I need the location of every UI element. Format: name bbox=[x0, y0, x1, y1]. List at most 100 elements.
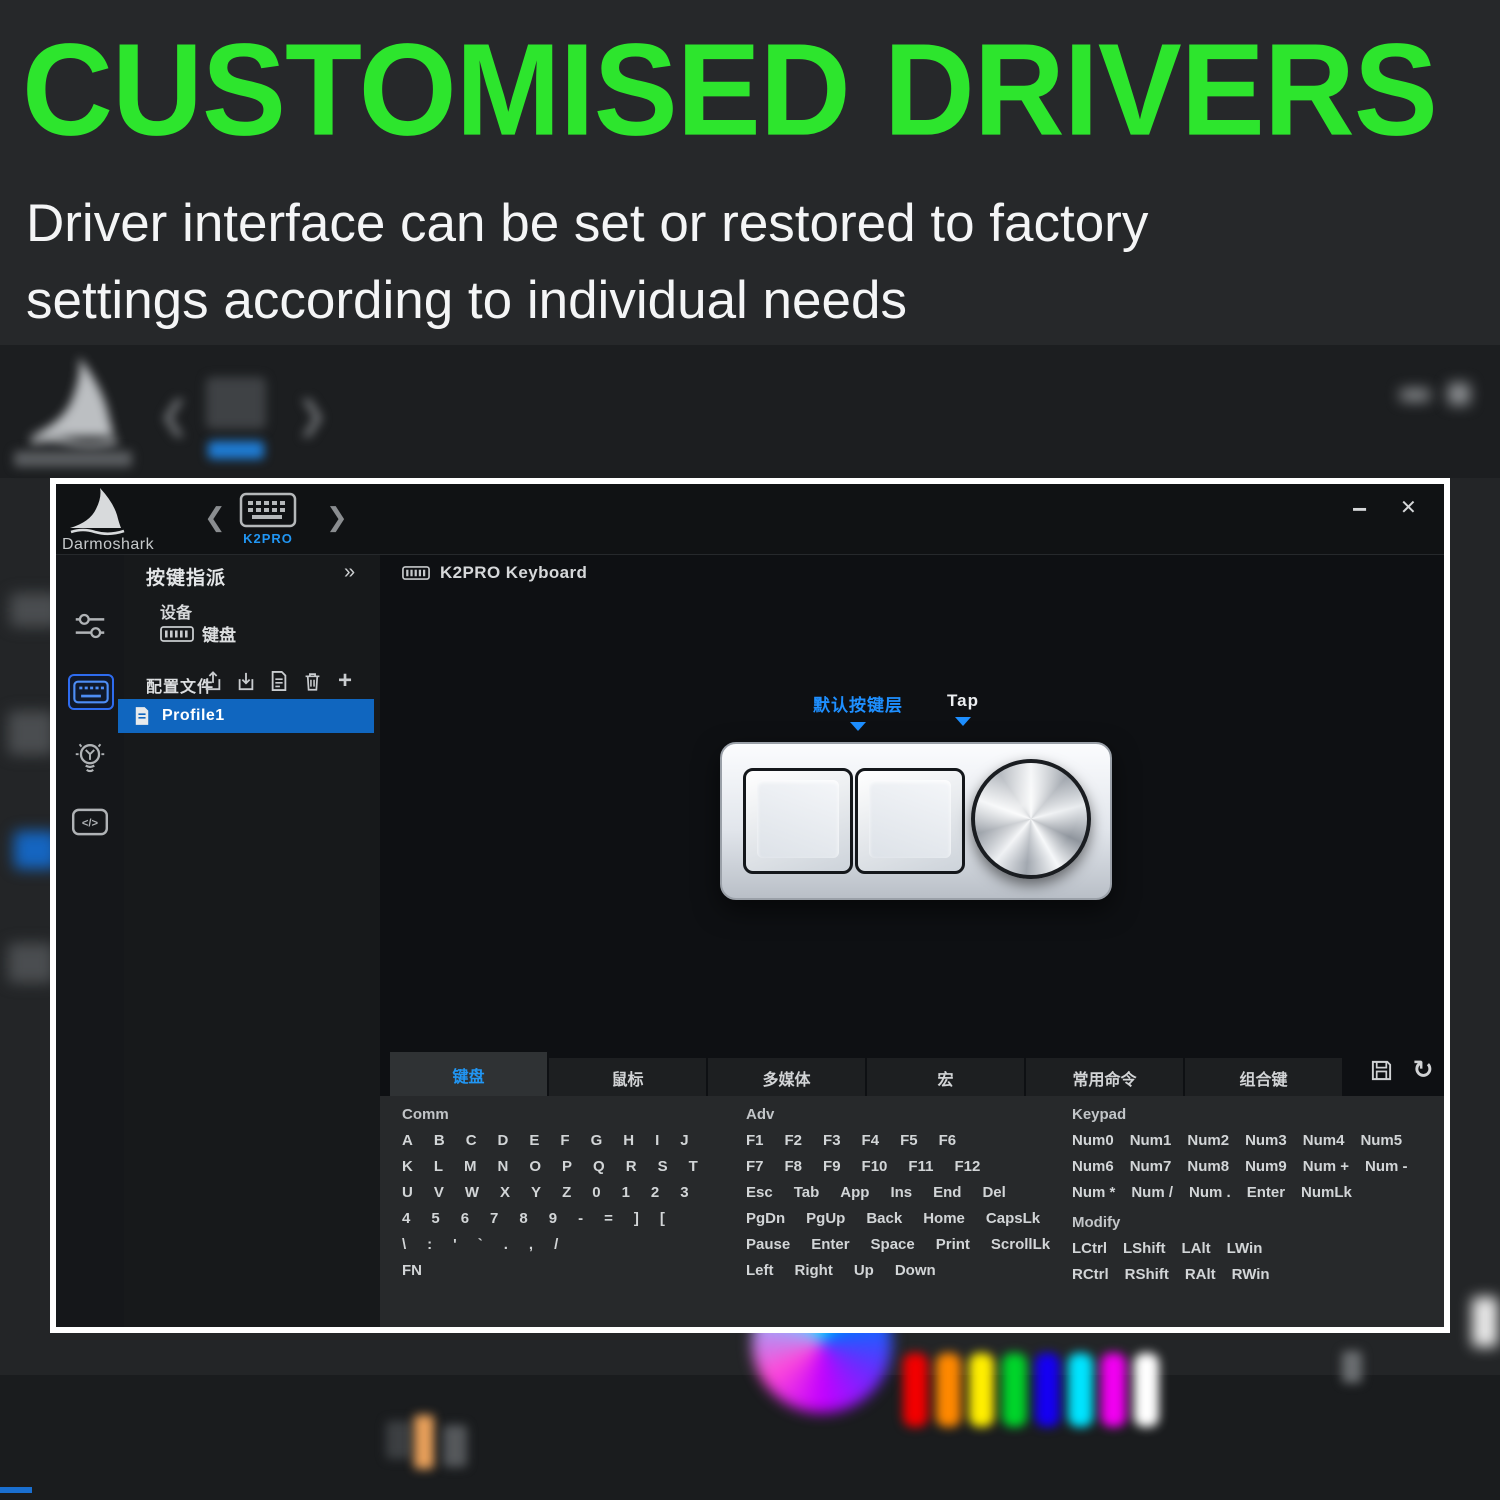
tab-2[interactable]: 鼠标 bbox=[549, 1058, 706, 1098]
key-option[interactable]: LShift bbox=[1123, 1240, 1166, 1257]
key-option[interactable]: Num0 bbox=[1072, 1132, 1114, 1149]
prev-device-icon[interactable]: ❮ bbox=[204, 504, 226, 530]
key-option[interactable]: Right bbox=[795, 1262, 833, 1279]
key-option[interactable]: B bbox=[434, 1132, 445, 1149]
key-option[interactable]: [ bbox=[660, 1210, 665, 1227]
key-option[interactable]: N bbox=[498, 1158, 509, 1175]
key-option[interactable]: Back bbox=[866, 1210, 902, 1227]
key-option[interactable]: ScrollLk bbox=[991, 1236, 1050, 1253]
key-option[interactable]: \ bbox=[402, 1236, 406, 1253]
key-option[interactable]: Num6 bbox=[1072, 1158, 1114, 1175]
key-option[interactable]: LWin bbox=[1227, 1240, 1263, 1257]
key-option[interactable]: Space bbox=[871, 1236, 915, 1253]
key-option[interactable]: - bbox=[578, 1210, 583, 1227]
key-option[interactable]: W bbox=[465, 1184, 479, 1201]
key-option[interactable]: Num2 bbox=[1187, 1132, 1229, 1149]
key-option[interactable]: J bbox=[680, 1132, 688, 1149]
key-option[interactable]: F6 bbox=[939, 1132, 957, 1149]
key-option[interactable]: Ins bbox=[890, 1184, 912, 1201]
tab-1[interactable]: 键盘 bbox=[390, 1052, 547, 1098]
tab-4[interactable]: 宏 bbox=[867, 1058, 1024, 1098]
key-option[interactable]: Print bbox=[936, 1236, 970, 1253]
key-option[interactable]: LAlt bbox=[1182, 1240, 1211, 1257]
key-option[interactable]: 6 bbox=[461, 1210, 469, 1227]
sidebar-item-key-assignment[interactable] bbox=[68, 674, 114, 710]
key-option[interactable]: Num8 bbox=[1187, 1158, 1229, 1175]
key-option[interactable]: End bbox=[933, 1184, 961, 1201]
key-option[interactable]: Num . bbox=[1189, 1184, 1231, 1201]
key-option[interactable]: V bbox=[434, 1184, 444, 1201]
next-device-icon[interactable]: ❯ bbox=[326, 504, 348, 530]
tab-5[interactable]: 常用命令 bbox=[1026, 1058, 1183, 1098]
key-option[interactable]: 2 bbox=[651, 1184, 659, 1201]
key-option[interactable]: F2 bbox=[785, 1132, 803, 1149]
tab-6[interactable]: 组合键 bbox=[1185, 1058, 1342, 1098]
key-option[interactable]: ' bbox=[453, 1236, 457, 1253]
key-option[interactable]: Home bbox=[923, 1210, 965, 1227]
key-option[interactable]: Left bbox=[746, 1262, 774, 1279]
sidebar-item-macro-code[interactable]: </> bbox=[70, 802, 110, 842]
key-option[interactable]: PgUp bbox=[806, 1210, 845, 1227]
keycap-2[interactable] bbox=[855, 768, 965, 874]
device-row[interactable]: 键盘 bbox=[160, 621, 236, 646]
tap-selector[interactable]: Tap bbox=[928, 691, 998, 726]
key-option[interactable]: CapsLk bbox=[986, 1210, 1040, 1227]
key-option[interactable]: F9 bbox=[823, 1158, 841, 1175]
key-option[interactable]: A bbox=[402, 1132, 413, 1149]
key-option[interactable]: 7 bbox=[490, 1210, 498, 1227]
key-option[interactable]: FN bbox=[402, 1262, 422, 1279]
key-option[interactable]: F1 bbox=[746, 1132, 764, 1149]
profile-list-item-selected[interactable]: Profile1 bbox=[118, 699, 374, 733]
key-option[interactable]: Tab bbox=[794, 1184, 820, 1201]
key-option[interactable]: S bbox=[658, 1158, 668, 1175]
key-option[interactable]: F12 bbox=[954, 1158, 980, 1175]
device-tab-keyboard-icon[interactable] bbox=[238, 490, 298, 530]
key-option[interactable]: Down bbox=[895, 1262, 936, 1279]
default-layer-selector[interactable]: 默认按键层 bbox=[788, 691, 928, 731]
key-option[interactable]: Num4 bbox=[1303, 1132, 1345, 1149]
sidebar-item-lighting[interactable] bbox=[70, 738, 110, 778]
key-option[interactable]: M bbox=[464, 1158, 477, 1175]
key-option[interactable]: Num + bbox=[1303, 1158, 1349, 1175]
key-option[interactable]: Enter bbox=[1247, 1184, 1285, 1201]
key-option[interactable]: U bbox=[402, 1184, 413, 1201]
close-button[interactable]: ✕ bbox=[1400, 498, 1417, 518]
key-option[interactable]: Num7 bbox=[1130, 1158, 1172, 1175]
key-option[interactable]: Num - bbox=[1365, 1158, 1408, 1175]
device-tab-label[interactable]: K2PRO bbox=[232, 531, 304, 546]
tab-3[interactable]: 多媒体 bbox=[708, 1058, 865, 1098]
key-option[interactable]: T bbox=[689, 1158, 698, 1175]
key-option[interactable]: I bbox=[655, 1132, 659, 1149]
key-option[interactable]: F8 bbox=[785, 1158, 803, 1175]
key-option[interactable]: K bbox=[402, 1158, 413, 1175]
key-option[interactable]: 5 bbox=[431, 1210, 439, 1227]
key-option[interactable]: F3 bbox=[823, 1132, 841, 1149]
key-option[interactable]: PgDn bbox=[746, 1210, 785, 1227]
key-option[interactable]: Num5 bbox=[1360, 1132, 1402, 1149]
key-option[interactable]: P bbox=[562, 1158, 572, 1175]
key-option[interactable]: , bbox=[529, 1236, 533, 1253]
key-option[interactable]: LCtrl bbox=[1072, 1240, 1107, 1257]
refresh-button[interactable]: ↻ bbox=[1410, 1056, 1436, 1084]
key-option[interactable]: F7 bbox=[746, 1158, 764, 1175]
key-option[interactable]: RWin bbox=[1232, 1266, 1270, 1283]
key-option[interactable]: 8 bbox=[519, 1210, 527, 1227]
key-option[interactable]: F4 bbox=[862, 1132, 880, 1149]
key-option[interactable]: Enter bbox=[811, 1236, 849, 1253]
save-button[interactable] bbox=[1368, 1057, 1394, 1083]
key-option[interactable]: RAlt bbox=[1185, 1266, 1216, 1283]
key-option[interactable]: C bbox=[466, 1132, 477, 1149]
sidebar-item-settings[interactable] bbox=[70, 606, 110, 646]
import-profile-button[interactable] bbox=[235, 669, 257, 693]
key-option[interactable]: Num3 bbox=[1245, 1132, 1287, 1149]
key-option[interactable]: RCtrl bbox=[1072, 1266, 1109, 1283]
key-option[interactable]: ` bbox=[478, 1236, 483, 1253]
key-option[interactable]: D bbox=[498, 1132, 509, 1149]
key-option[interactable]: X bbox=[500, 1184, 510, 1201]
duplicate-profile-button[interactable] bbox=[268, 669, 290, 693]
key-option[interactable]: Up bbox=[854, 1262, 874, 1279]
key-option[interactable]: 0 bbox=[592, 1184, 600, 1201]
key-option[interactable]: F11 bbox=[908, 1158, 933, 1175]
add-profile-button[interactable]: + bbox=[334, 667, 356, 694]
key-option[interactable]: F5 bbox=[900, 1132, 918, 1149]
